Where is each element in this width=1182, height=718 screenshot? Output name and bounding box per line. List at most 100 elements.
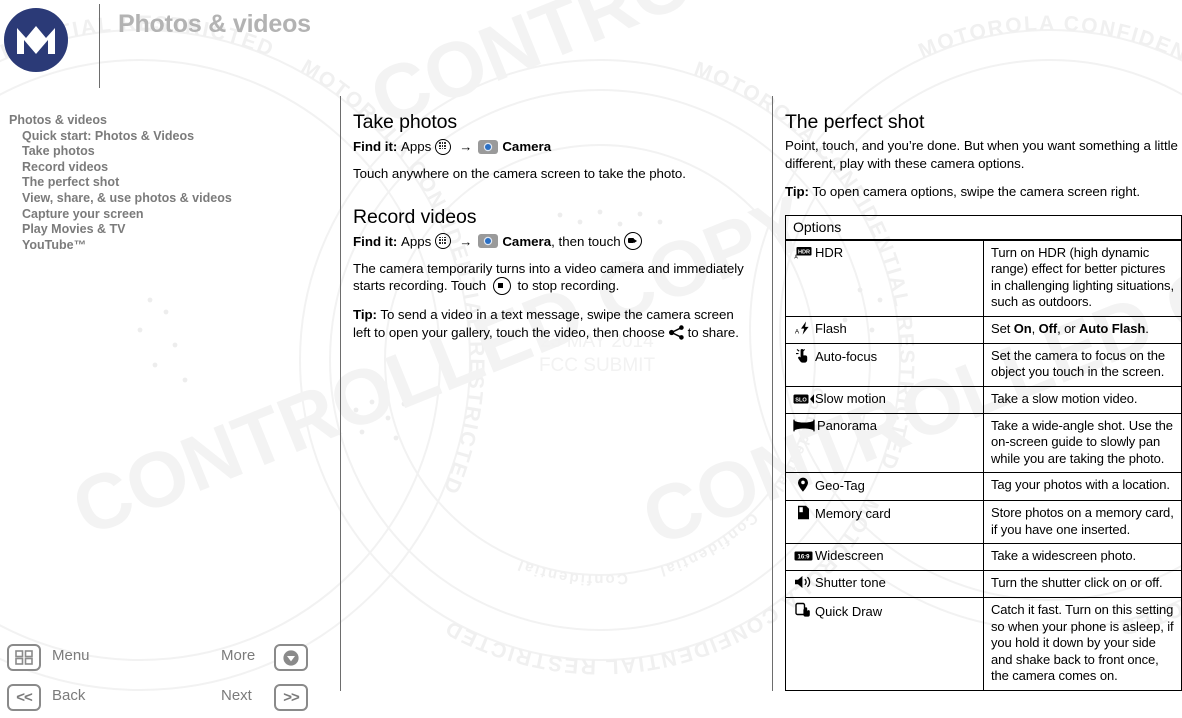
slow-motion-icon: SLO (793, 393, 814, 408)
section-heading-perfect-shot: The perfect shot (785, 111, 925, 133)
column-divider-left (340, 96, 341, 691)
motorola-logo (4, 8, 68, 72)
record-videos-body: The camera temporarily turns into a vide… (353, 260, 753, 296)
stop-recording-icon (492, 277, 511, 296)
table-of-contents: Photos & videos Quick start: Photos & Vi… (9, 113, 329, 253)
option-desc-quick-draw: Catch it fast. Turn on this setting so w… (983, 597, 1182, 691)
option-desc-geo-tag: Tag your photos with a location. (983, 472, 1182, 501)
next-chevron-icon: >> (283, 689, 300, 706)
perfect-shot-tip-label: Tip: (785, 184, 809, 199)
option-desc-flash: Set On, Off, or Auto Flash. (983, 315, 1182, 344)
panorama-icon (793, 419, 815, 435)
option-label-hdr: HDR (815, 244, 844, 260)
record-videos-body-part2: to stop recording. (517, 278, 620, 293)
option-desc-memory-card: Store photos on a memory card, if you ha… (983, 500, 1182, 544)
camera-options-table: Options HDR A HDR Turn on HDR (high dyna… (785, 214, 1182, 691)
menu-label: Menu (52, 647, 90, 664)
option-name-cell-shutter-tone: Shutter tone (785, 570, 984, 598)
svg-text:SLO: SLO (795, 397, 807, 403)
more-button[interactable] (274, 644, 308, 671)
next-button[interactable]: >> (274, 684, 308, 711)
toc-item-photos-videos[interactable]: Photos & videos (9, 113, 329, 129)
tip-label: Tip: (353, 307, 377, 323)
arrow-icon-2: → (459, 233, 473, 249)
option-name-cell-quick-draw: Quick Draw (785, 597, 984, 691)
findit-apps-label-2: Apps (401, 233, 432, 249)
toc-item-quick-start[interactable]: Quick start: Photos & Videos (9, 129, 329, 145)
option-desc-panorama: Take a wide-angle shot. Use the on-scree… (983, 412, 1182, 473)
stamp-label: FCC SUBMIT (538, 355, 656, 376)
shutter-tone-icon (793, 575, 813, 592)
toc-item-view-share-use[interactable]: View, share, & use photos & videos (9, 191, 329, 207)
option-label-panorama: Panorama (817, 417, 877, 433)
column-divider-right (772, 96, 773, 691)
toc-item-record-videos[interactable]: Record videos (9, 160, 329, 176)
menu-button[interactable] (7, 644, 41, 671)
option-name-cell-widescreen: 16:9 Widescreen (785, 543, 984, 571)
findit-then-touch: , then touch (551, 233, 621, 249)
chevron-down-circle-icon (283, 649, 299, 666)
option-label-geo-tag: Geo-Tag (815, 478, 865, 493)
nav-row-menu-more: Menu More (0, 644, 320, 678)
back-chevron-icon: << (16, 689, 33, 706)
table-row-auto-focus[interactable]: Auto-focus Set the camera to focus on th… (785, 342, 1182, 387)
next-label: Next (221, 687, 252, 704)
quick-draw-icon (793, 602, 813, 621)
findit-line-record-videos: Find it: Apps → Camera, then touch (353, 232, 753, 251)
camera-app-icon-2 (478, 234, 499, 248)
flash-icon: A (793, 321, 813, 338)
table-row-hdr[interactable]: HDR A HDR Turn on HDR (high dynamic rang… (785, 239, 1182, 317)
toc-item-the-perfect-shot[interactable]: The perfect shot (9, 175, 329, 191)
toc-item-take-photos[interactable]: Take photos (9, 144, 329, 160)
memory-card-icon (793, 505, 813, 523)
option-name-cell-memory-card: Memory card (785, 500, 984, 544)
camera-app-icon (478, 139, 499, 154)
header-divider (99, 4, 100, 88)
video-record-icon (623, 232, 642, 250)
svg-text:16:9: 16:9 (797, 555, 810, 561)
geo-tag-icon (793, 477, 813, 495)
middle-content-column: Take photos Find it: Apps → Camera Touch… (353, 110, 753, 352)
findit-camera-label: Camera (502, 139, 552, 154)
table-row-geo-tag[interactable]: Geo-Tag Tag your photos with a location. (785, 472, 1182, 501)
option-name-cell-auto-focus: Auto-focus (785, 342, 984, 387)
perfect-shot-tip: Tip: To open camera options, swipe the c… (785, 183, 1182, 201)
option-label-shutter-tone: Shutter tone (815, 575, 886, 590)
hdr-icon: HDR A (793, 246, 813, 262)
toc-item-capture-your-screen[interactable]: Capture your screen (9, 207, 329, 223)
findit-label: Find it: (353, 139, 398, 154)
option-label-slow-motion: Slow motion (815, 390, 886, 406)
section-heading-take-photos: Take photos (353, 111, 458, 133)
watermark-ring-text-d: Confidential Confidential Confidential (514, 386, 826, 588)
apps-icon (435, 138, 452, 155)
back-label: Back (52, 687, 86, 704)
table-header-row: Options (785, 214, 1182, 241)
table-row-shutter-tone[interactable]: Shutter tone Turn the shutter click on o… (785, 570, 1182, 598)
option-label-memory-card: Memory card (815, 506, 891, 521)
table-header-options: Options (785, 214, 1182, 241)
auto-focus-icon (793, 348, 813, 366)
tip-text-part2: to share. (687, 324, 739, 340)
arrow-icon: → (459, 139, 473, 154)
table-row-slow-motion[interactable]: SLO Slow motion Take a slow motion video… (785, 385, 1182, 414)
toc-item-youtube[interactable]: YouTube™ (9, 238, 329, 254)
table-row-widescreen[interactable]: 16:9 Widescreen Take a widescreen photo. (785, 543, 1182, 571)
grid-icon (15, 650, 33, 665)
option-label-flash: Flash (815, 320, 847, 336)
table-row-quick-draw[interactable]: Quick Draw Catch it fast. Turn on this s… (785, 597, 1182, 691)
toc-item-play-movies-tv[interactable]: Play Movies & TV (9, 222, 329, 238)
table-row-panorama[interactable]: Panorama Take a wide-angle shot. Use the… (785, 412, 1182, 473)
option-name-cell-slow-motion: SLO Slow motion (785, 385, 984, 414)
widescreen-icon: 16:9 (793, 550, 813, 565)
option-name-cell-hdr: HDR A HDR (785, 239, 984, 317)
table-row-flash[interactable]: A Flash Set On, Off, or Auto Flash. (785, 315, 1182, 344)
table-row-memory-card[interactable]: Memory card Store photos on a memory car… (785, 500, 1182, 544)
option-label-widescreen: Widescreen (815, 548, 884, 563)
back-button[interactable]: << (7, 684, 41, 711)
bottom-navigation: Menu More << Back Next >> (0, 638, 330, 713)
option-desc-shutter-tone: Turn the shutter click on or off. (983, 570, 1182, 598)
perfect-shot-intro: Point, touch, and you’re done. But when … (785, 138, 1178, 171)
findit-apps-label: Apps (401, 139, 432, 154)
option-name-cell-geo-tag: Geo-Tag (785, 472, 984, 501)
option-label-auto-focus: Auto-focus (815, 348, 878, 364)
